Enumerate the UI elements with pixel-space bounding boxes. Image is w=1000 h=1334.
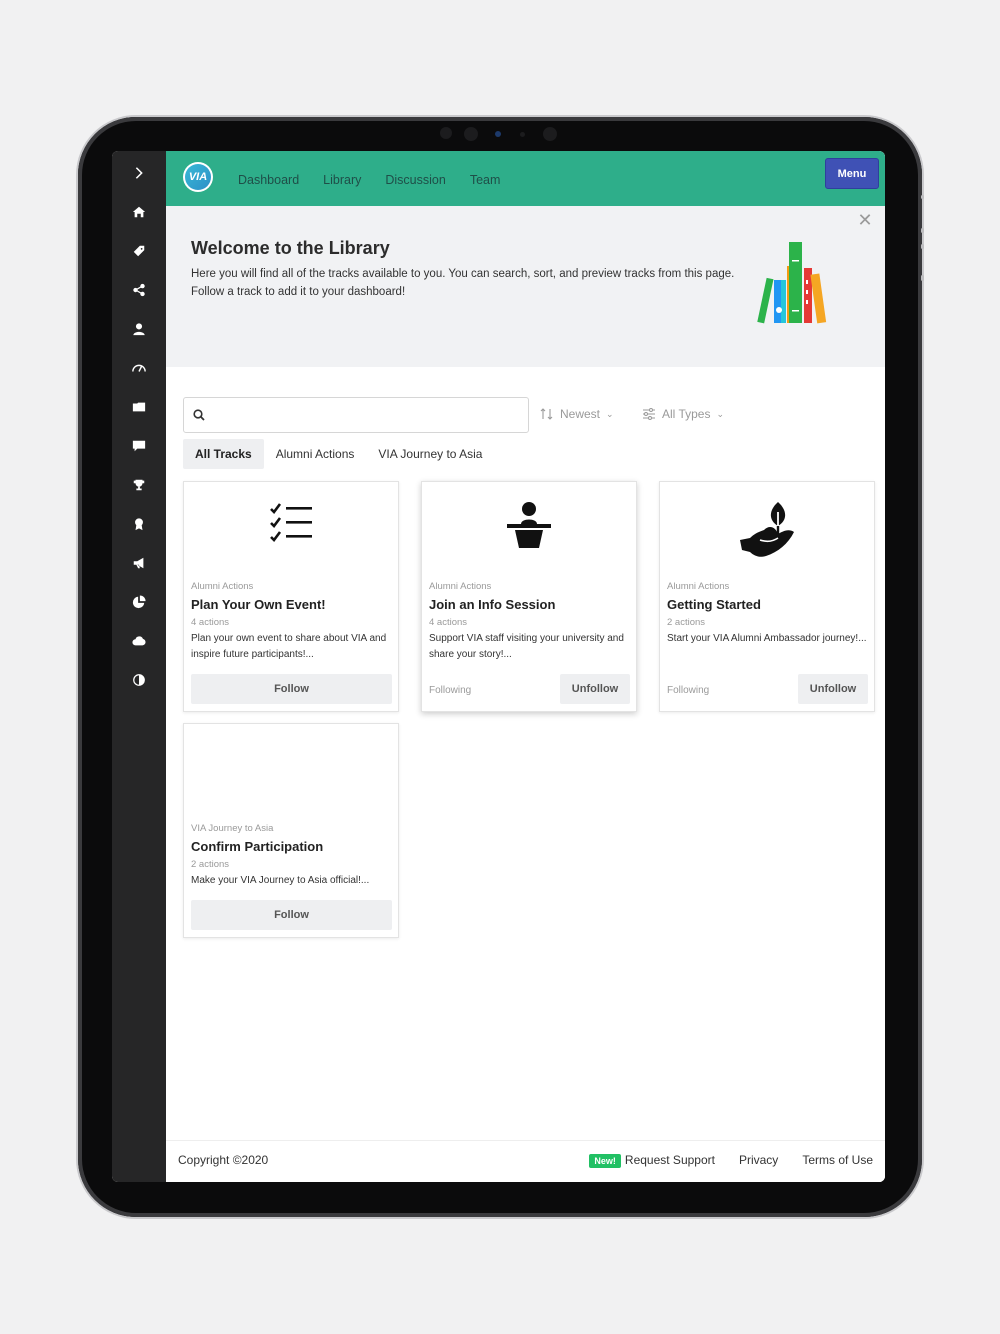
sort-dropdown[interactable]: Newest ⌄: [540, 407, 614, 421]
copyright-text: Copyright ©2020: [178, 1153, 269, 1167]
card-action-count: 4 actions: [429, 617, 468, 628]
nav-team[interactable]: Team: [470, 173, 501, 187]
chevron-down-icon: ⌄: [716, 408, 725, 419]
track-card[interactable]: Alumni Actions Join an Info Session 4 ac…: [421, 481, 637, 712]
main-content: VIA Dashboard Library Discussion Team Me…: [166, 151, 885, 1182]
card-title[interactable]: Getting Started: [667, 597, 761, 612]
unfollow-button[interactable]: Unfollow: [560, 674, 630, 704]
books-illustration-icon: [757, 242, 827, 324]
card-action-count: 4 actions: [191, 617, 230, 628]
sort-label: Newest: [560, 407, 601, 421]
tag-icon[interactable]: [129, 241, 149, 261]
megaphone-icon[interactable]: [129, 553, 149, 573]
filter-sliders-icon: [643, 408, 655, 420]
nav-discussion[interactable]: Discussion: [385, 173, 445, 187]
card-icon-area: [660, 500, 874, 560]
tab-alumni-actions[interactable]: Alumni Actions: [264, 439, 367, 469]
side-button: [921, 244, 924, 249]
footer-links: New! Request Support Privacy Terms of Use: [589, 1153, 873, 1168]
award-icon[interactable]: [129, 514, 149, 534]
request-support-link[interactable]: New! Request Support: [589, 1153, 715, 1168]
camera-dot: [440, 127, 452, 139]
nav-dashboard[interactable]: Dashboard: [238, 173, 299, 187]
logo-text: VIA: [185, 164, 211, 190]
card-category: VIA Journey to Asia: [191, 823, 274, 834]
app-screen: VIA Dashboard Library Discussion Team Me…: [112, 151, 885, 1182]
track-card[interactable]: VIA Journey to Asia Confirm Participatio…: [183, 723, 399, 938]
chevron-down-icon: ⌄: [606, 408, 614, 419]
side-button: [921, 228, 924, 233]
card-title[interactable]: Confirm Participation: [191, 839, 323, 854]
chevron-right-icon[interactable]: [129, 163, 149, 183]
chat-icon[interactable]: [129, 436, 149, 456]
card-description: Make your VIA Journey to Asia official!.…: [191, 875, 370, 886]
nav-library[interactable]: Library: [323, 173, 361, 187]
filter-label: All Types: [662, 407, 711, 421]
home-icon[interactable]: [129, 202, 149, 222]
via-logo[interactable]: VIA: [183, 162, 213, 192]
card-description: Support VIA staff visiting your universi…: [429, 633, 624, 660]
pie-chart-icon[interactable]: [129, 592, 149, 612]
camera-dot: [464, 127, 478, 141]
user-icon[interactable]: [129, 319, 149, 339]
privacy-link[interactable]: Privacy: [739, 1153, 778, 1167]
trophy-icon[interactable]: [129, 475, 149, 495]
following-status: Following: [429, 685, 472, 696]
card-title[interactable]: Plan Your Own Event!: [191, 597, 326, 612]
search-input[interactable]: [212, 402, 516, 428]
top-nav-bar: VIA Dashboard Library Discussion Team Me…: [166, 151, 885, 206]
cloud-icon[interactable]: [129, 631, 149, 651]
type-filter-dropdown[interactable]: All Types ⌄: [642, 407, 724, 421]
sort-arrows-icon: [540, 408, 553, 420]
follow-button[interactable]: Follow: [191, 900, 392, 930]
checklist-icon: [270, 503, 312, 542]
terms-link[interactable]: Terms of Use: [802, 1153, 873, 1167]
search-icon: [193, 409, 205, 421]
card-description: Start your VIA Alumni Ambassador journey…: [667, 633, 867, 644]
side-button: [921, 275, 924, 281]
new-badge: New!: [589, 1154, 621, 1168]
hand-holding-plant-icon: [740, 502, 794, 557]
tab-via-journey[interactable]: VIA Journey to Asia: [366, 439, 494, 469]
banner-title: Welcome to the Library: [191, 238, 390, 258]
card-description: Plan your own event to share about VIA a…: [191, 633, 387, 660]
person-at-podium-icon: [507, 502, 551, 548]
camera-lens: [495, 131, 501, 137]
camera-dot: [520, 132, 525, 137]
banner-text: Here you will find all of the tracks ava…: [191, 268, 735, 298]
search-box: [183, 397, 529, 433]
card-category: Alumni Actions: [429, 581, 492, 592]
tab-all-tracks[interactable]: All Tracks: [183, 439, 264, 469]
unfollow-button[interactable]: Unfollow: [798, 674, 868, 704]
track-tabs: All Tracks Alumni Actions VIA Journey to…: [183, 439, 494, 469]
track-card[interactable]: Alumni Actions Plan Your Own Event! 4 ac…: [183, 481, 399, 712]
card-icon-area: [422, 500, 636, 560]
request-support-label: Request Support: [624, 1153, 715, 1167]
main-nav: Dashboard Library Discussion Team: [238, 173, 500, 187]
card-category: Alumni Actions: [667, 581, 730, 592]
close-icon[interactable]: ✕: [857, 211, 873, 229]
page-footer: Copyright ©2020 New! Request Support Priv…: [166, 1140, 885, 1182]
toggle-icon[interactable]: [129, 670, 149, 690]
card-icon-area: [184, 500, 398, 560]
share-icon[interactable]: [129, 280, 149, 300]
card-category: Alumni Actions: [191, 581, 254, 592]
gauge-icon[interactable]: [129, 358, 149, 378]
track-card[interactable]: Alumni Actions Getting Started 2 actions…: [659, 481, 875, 712]
follow-button[interactable]: Follow: [191, 674, 392, 704]
card-title[interactable]: Join an Info Session: [429, 597, 555, 612]
welcome-banner: ✕ Welcome to the Library Here you will f…: [166, 206, 885, 367]
menu-button[interactable]: Menu: [825, 158, 879, 189]
card-action-count: 2 actions: [667, 617, 706, 628]
camera-dot: [543, 127, 557, 141]
following-status: Following: [667, 685, 710, 696]
sidebar: [112, 151, 167, 1182]
card-action-count: 2 actions: [191, 859, 230, 870]
folder-icon[interactable]: [129, 397, 149, 417]
side-button: [921, 195, 924, 199]
